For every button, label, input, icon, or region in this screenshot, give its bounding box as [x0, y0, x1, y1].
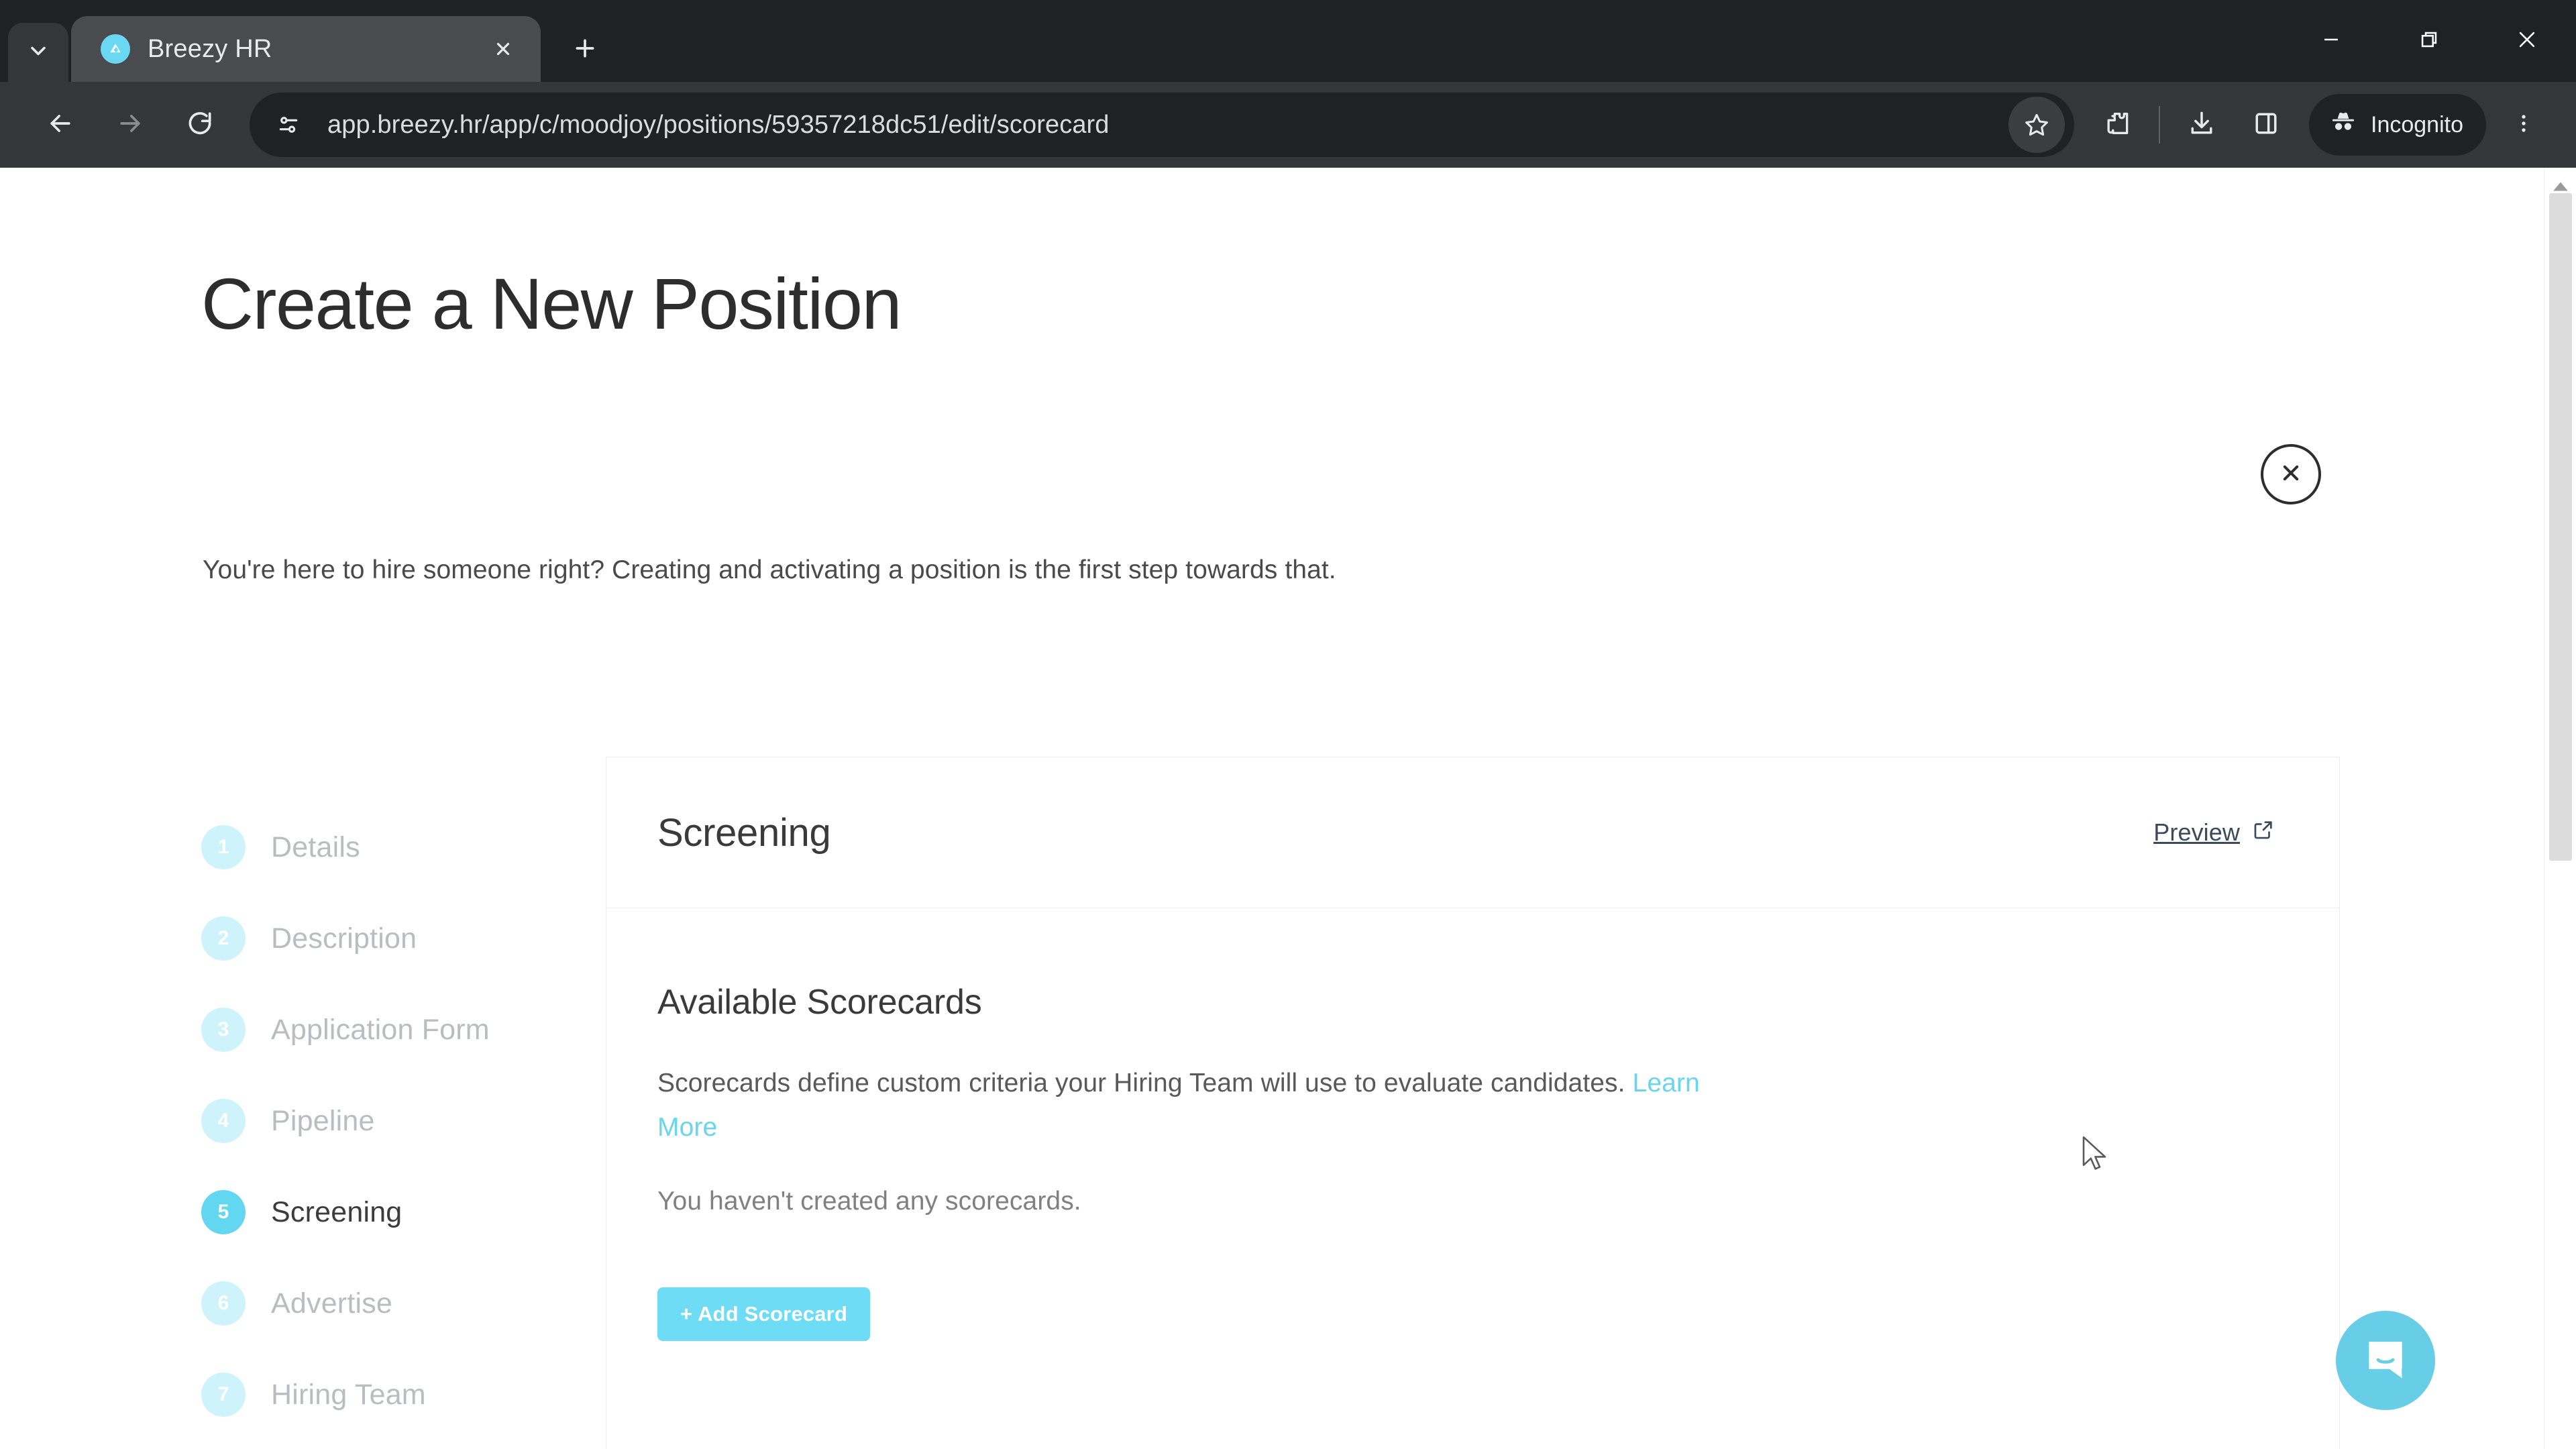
step-number-4: 4 — [201, 1099, 246, 1143]
scorecards-empty-state: You haven't created any scorecards. — [657, 1187, 1081, 1216]
sidebar-item-description[interactable]: 2 Description — [201, 893, 577, 984]
step-number-7: 7 — [201, 1373, 246, 1417]
profile-incognito-button[interactable]: Incognito — [2309, 94, 2486, 156]
section-heading-available-scorecards: Available Scorecards — [657, 983, 982, 1022]
downloads-button[interactable] — [2169, 93, 2234, 157]
intercom-messenger-icon — [2361, 1334, 2410, 1387]
window-controls — [2282, 0, 2576, 82]
bookmark-star-icon[interactable] — [2008, 97, 2065, 153]
sidebar-item-application-form[interactable]: 3 Application Form — [201, 984, 577, 1075]
close-window-icon — [2516, 28, 2538, 54]
scorecards-description-text: Scorecards define custom criteria your H… — [657, 1069, 1633, 1097]
three-dot-menu-icon — [2512, 112, 2535, 138]
minimize-icon — [2320, 28, 2343, 54]
close-icon — [2277, 460, 2304, 490]
reload-icon — [185, 109, 215, 142]
forward-arrow-icon — [115, 109, 145, 142]
intercom-launcher-button[interactable] — [2336, 1311, 2435, 1410]
sidebar-item-advertise[interactable]: 6 Advertise — [201, 1258, 577, 1349]
tab-close-icon[interactable] — [484, 30, 522, 68]
add-scorecard-button[interactable]: + Add Scorecard — [657, 1287, 871, 1342]
step-label-screening: Screening — [271, 1195, 402, 1228]
tab-strip: Breezy HR — [0, 0, 2576, 82]
preview-link[interactable]: Preview — [2153, 818, 2275, 847]
sidebar-item-details[interactable]: 1 Details — [201, 802, 577, 893]
preview-link-label: Preview — [2153, 818, 2240, 846]
tab-search-button[interactable] — [8, 23, 68, 82]
sidebar-item-screening[interactable]: 5 Screening — [201, 1167, 577, 1258]
back-arrow-icon — [46, 109, 75, 142]
new-tab-button[interactable] — [558, 23, 612, 76]
extensions-puzzle-icon — [2102, 109, 2132, 142]
step-number-2: 2 — [201, 916, 246, 961]
page-viewport: Create a New Position You're here to hir… — [0, 168, 2576, 1449]
scrollbar-thumb[interactable] — [2549, 193, 2572, 861]
browser-tab[interactable]: Breezy HR — [71, 16, 541, 82]
address-bar[interactable]: app.breezy.hr/app/c/moodjoy/positions/59… — [250, 93, 2074, 157]
page-title: Create a New Position — [201, 263, 902, 344]
profile-label: Incognito — [2371, 111, 2463, 138]
step-label-application-form: Application Form — [271, 1013, 490, 1046]
create-position-page: Create a New Position You're here to hir… — [0, 168, 2542, 1449]
back-button[interactable] — [25, 90, 95, 160]
window-close-button[interactable] — [2478, 0, 2576, 82]
card-header: Screening Preview — [606, 757, 2339, 908]
tab-title: Breezy HR — [148, 34, 272, 63]
download-icon — [2187, 109, 2216, 142]
sidebar-item-hiring-team[interactable]: 7 Hiring Team — [201, 1349, 577, 1440]
step-number-3: 3 — [201, 1008, 246, 1052]
browser-toolbar: app.breezy.hr/app/c/moodjoy/positions/59… — [0, 82, 2576, 168]
extensions-button[interactable] — [2085, 93, 2149, 157]
forward-button[interactable] — [95, 90, 165, 160]
step-label-hiring-team: Hiring Team — [271, 1378, 426, 1411]
reload-button[interactable] — [165, 90, 235, 160]
tab-search-chevron-down-icon — [26, 39, 50, 66]
plus-icon — [572, 35, 598, 65]
browser-menu-button[interactable] — [2494, 95, 2553, 154]
toolbar-divider — [2159, 106, 2160, 144]
close-modal-button[interactable] — [2261, 444, 2321, 504]
window-minimize-button[interactable] — [2282, 0, 2380, 82]
step-number-5: 5 — [201, 1190, 246, 1234]
step-number-6: 6 — [201, 1281, 246, 1326]
page-subtitle: You're here to hire someone right? Creat… — [203, 555, 1336, 584]
wizard-steps: 1 Details 2 Description 3 Application Fo… — [201, 802, 577, 1440]
side-panel-button[interactable] — [2234, 93, 2298, 157]
window-maximize-button[interactable] — [2380, 0, 2478, 82]
step-number-1: 1 — [201, 825, 246, 869]
step-label-advertise: Advertise — [271, 1287, 393, 1320]
address-bar-url[interactable]: app.breezy.hr/app/c/moodjoy/positions/59… — [313, 111, 2008, 140]
scorecards-description: Scorecards define custom criteria your H… — [657, 1061, 1731, 1149]
step-label-description: Description — [271, 922, 417, 955]
step-label-pipeline: Pipeline — [271, 1104, 375, 1137]
site-settings-icon[interactable] — [264, 101, 313, 149]
screening-card: Screening Preview Available Scorecards S… — [606, 757, 2340, 1449]
browser-window: Breezy HR app.breezy.hr/app/c/moodjoy/po… — [0, 0, 2576, 1449]
side-panel-icon — [2251, 109, 2281, 142]
restore-window-icon — [2418, 28, 2440, 54]
incognito-hat-icon — [2328, 107, 2359, 144]
page-scrollbar[interactable] — [2544, 168, 2576, 1449]
sidebar-item-pipeline[interactable]: 4 Pipeline — [201, 1075, 577, 1167]
external-link-icon — [2252, 818, 2275, 847]
card-body: Available Scorecards Scorecards define c… — [606, 908, 2339, 1449]
breezy-cloud-icon — [101, 34, 130, 64]
step-label-details: Details — [271, 830, 360, 863]
card-heading: Screening — [657, 810, 831, 855]
